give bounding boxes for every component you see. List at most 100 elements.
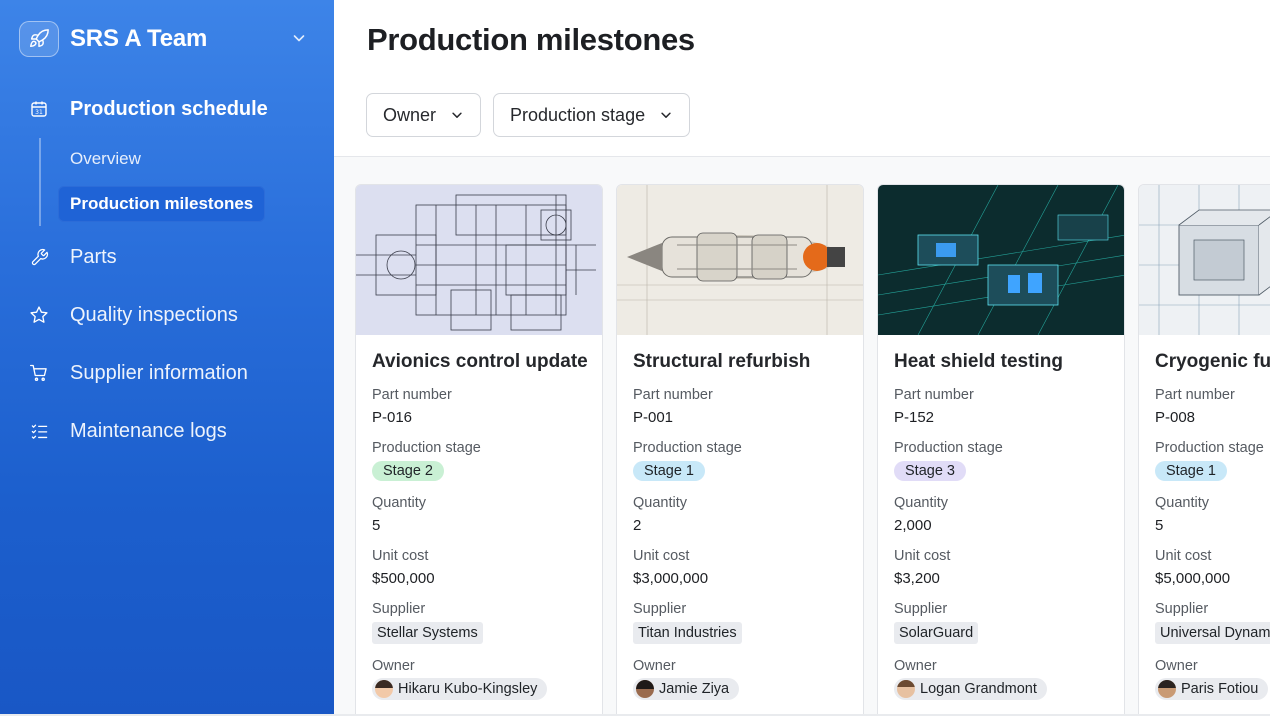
- supplier-label: Supplier: [372, 601, 426, 617]
- supplier-chip: Universal Dynam: [1155, 622, 1270, 644]
- owner-chip: Paris Fotiou: [1155, 678, 1269, 700]
- owner-chip: Logan Grandmont: [894, 678, 1047, 700]
- card-image: [878, 185, 1124, 335]
- unit-cost-label: Unit cost: [1155, 548, 1212, 564]
- owner-label: Owner: [894, 658, 937, 674]
- unit-cost-value: $500,000: [372, 570, 435, 587]
- card-title: Cryogenic fu: [1155, 351, 1270, 372]
- stage-label: Production stage: [894, 440, 1003, 456]
- stage-badge: Stage 3: [894, 461, 966, 481]
- sidebar-item-label: Maintenance logs: [70, 419, 227, 442]
- unit-cost-value: $3,000,000: [633, 570, 709, 587]
- owner-label: Owner: [372, 658, 415, 674]
- chevron-down-icon: [661, 112, 671, 118]
- part-number-label: Part number: [372, 387, 452, 403]
- chevron-down-icon: [293, 35, 305, 42]
- part-number-label: Part number: [1155, 387, 1235, 403]
- card-title: Structural refurbish: [633, 351, 811, 372]
- checklist-icon: [28, 420, 50, 442]
- sidebar-item-parts[interactable]: Parts: [28, 240, 117, 274]
- subnav-item-overview[interactable]: Overview: [58, 141, 153, 177]
- cart-icon: [28, 362, 50, 384]
- avatar: [375, 680, 393, 698]
- team-name: SRS A Team: [70, 25, 208, 52]
- stage-label: Production stage: [372, 440, 481, 456]
- owner-chip: Jamie Ziya: [633, 678, 740, 700]
- wrench-icon: [28, 246, 50, 268]
- app-window: SRS A Team 31 Production schedule Overvi…: [0, 0, 1270, 714]
- quantity-label: Quantity: [633, 495, 687, 511]
- supplier-chip: SolarGuard: [894, 622, 979, 644]
- avatar: [1158, 680, 1176, 698]
- unit-cost-label: Unit cost: [894, 548, 951, 564]
- owner-name: Paris Fotiou: [1181, 681, 1259, 697]
- card-image: [356, 185, 602, 335]
- milestone-card[interactable]: Heat shield testing Part number P-152 Pr…: [877, 184, 1125, 714]
- quantity-label: Quantity: [894, 495, 948, 511]
- sidebar-item-label: Parts: [70, 245, 117, 268]
- page-title: Production milestones: [367, 22, 695, 57]
- sidebar-item-quality-inspections[interactable]: Quality inspections: [28, 298, 238, 332]
- rocket-icon: [19, 21, 59, 57]
- filter-label: Production stage: [510, 104, 646, 125]
- avatar: [636, 680, 654, 698]
- quantity-value: 2,000: [894, 517, 932, 534]
- supplier-label: Supplier: [633, 601, 687, 617]
- unit-cost-value: $3,200: [894, 570, 940, 587]
- svg-text:31: 31: [35, 109, 43, 116]
- owner-name: Logan Grandmont: [920, 681, 1037, 697]
- quantity-value: 5: [1155, 517, 1164, 534]
- quantity-label: Quantity: [1155, 495, 1209, 511]
- owner-label: Owner: [1155, 658, 1198, 674]
- calendar-icon: 31: [28, 98, 50, 120]
- sidebar-item-maintenance-logs[interactable]: Maintenance logs: [28, 414, 227, 448]
- avatar: [897, 680, 915, 698]
- owner-name: Jamie Ziya: [659, 681, 730, 697]
- filter-label: Owner: [383, 104, 437, 125]
- unit-cost-label: Unit cost: [372, 548, 429, 564]
- unit-cost-label: Unit cost: [633, 548, 690, 564]
- supplier-chip: Stellar Systems: [372, 622, 483, 644]
- sidebar: SRS A Team 31 Production schedule Overvi…: [0, 0, 334, 714]
- unit-cost-value: $5,000,000: [1155, 570, 1231, 587]
- card-title: Avionics control update: [372, 351, 588, 372]
- main-content: Production milestones Owner Production s…: [334, 0, 1270, 714]
- supplier-label: Supplier: [894, 601, 948, 617]
- part-number-value: P-152: [894, 409, 935, 426]
- card-title: Heat shield testing: [894, 351, 1063, 372]
- quantity-label: Quantity: [372, 495, 426, 511]
- supplier-chip: Titan Industries: [633, 622, 742, 644]
- stage-badge: Stage 1: [633, 461, 705, 481]
- chevron-down-icon: [452, 112, 462, 118]
- part-number-label: Part number: [894, 387, 974, 403]
- production-stage-filter-dropdown[interactable]: Production stage: [493, 93, 691, 137]
- quantity-value: 5: [372, 517, 381, 534]
- sidebar-item-production-schedule[interactable]: 31 Production schedule: [28, 92, 268, 126]
- stage-badge: Stage 1: [1155, 461, 1227, 481]
- owner-label: Owner: [633, 658, 676, 674]
- subnav-item-production-milestones[interactable]: Production milestones: [58, 186, 266, 222]
- stage-label: Production stage: [633, 440, 742, 456]
- card-image: [617, 185, 863, 335]
- team-switcher[interactable]: SRS A Team: [19, 20, 315, 58]
- sidebar-item-label: Supplier information: [70, 361, 248, 384]
- part-number-label: Part number: [633, 387, 713, 403]
- owner-filter-dropdown[interactable]: Owner: [366, 93, 482, 137]
- part-number-value: P-001: [633, 409, 674, 426]
- supplier-label: Supplier: [1155, 601, 1209, 617]
- milestone-card[interactable]: Avionics control update Part number P-01…: [355, 184, 603, 714]
- sidebar-item-label: Production schedule: [70, 97, 268, 120]
- subnav-divider: [39, 138, 41, 226]
- milestone-card[interactable]: Structural refurbish Part number P-001 P…: [616, 184, 864, 714]
- part-number-value: P-016: [372, 409, 413, 426]
- owner-chip: Hikaru Kubo-Kingsley: [372, 678, 548, 700]
- sidebar-item-label: Quality inspections: [70, 303, 238, 326]
- card-image: [1139, 185, 1270, 335]
- part-number-value: P-008: [1155, 409, 1196, 426]
- stage-badge: Stage 2: [372, 461, 444, 481]
- star-icon: [28, 304, 50, 326]
- sidebar-item-supplier-information[interactable]: Supplier information: [28, 356, 248, 390]
- quantity-value: 2: [633, 517, 642, 534]
- stage-label: Production stage: [1155, 440, 1264, 456]
- milestone-card[interactable]: Cryogenic fu Part number P-008 Productio…: [1138, 184, 1270, 714]
